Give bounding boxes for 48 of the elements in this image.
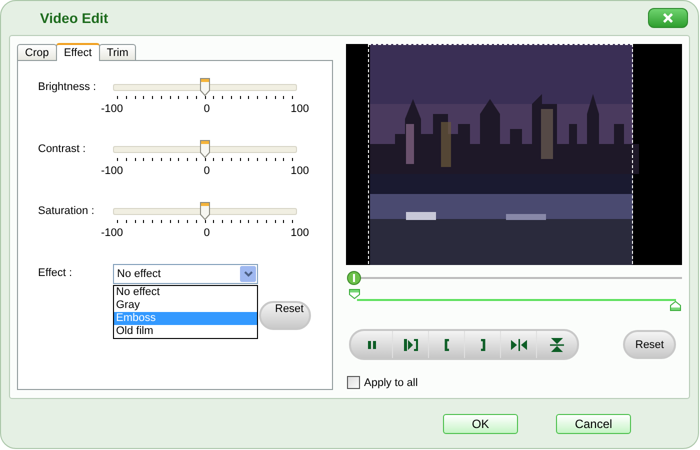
close-bracket-icon xyxy=(480,338,486,350)
scale-label: 100 xyxy=(290,165,309,177)
dropdown-option[interactable]: Old film xyxy=(114,325,257,338)
scale-label: 0 xyxy=(204,227,210,239)
slider[interactable] xyxy=(113,140,297,158)
trim-end-handle[interactable] xyxy=(670,301,681,311)
split-arrows-icon xyxy=(550,338,564,352)
slider-label: Brightness : xyxy=(38,80,98,95)
trim-start-handle[interactable] xyxy=(349,289,360,299)
tab[interactable]: Trim xyxy=(98,44,136,60)
position-thumb[interactable] xyxy=(347,271,361,285)
slider[interactable] xyxy=(113,202,297,220)
close-icon xyxy=(662,12,674,24)
slider[interactable] xyxy=(113,78,297,96)
scale-label: 0 xyxy=(204,103,210,115)
scale-label: 100 xyxy=(290,103,309,115)
slider-label: Saturation : xyxy=(38,204,96,219)
slider-thumb[interactable] xyxy=(200,140,210,158)
slider-thumb[interactable] xyxy=(200,202,210,220)
slider-label: Contrast : xyxy=(38,142,87,157)
checkbox-label: Apply to all xyxy=(364,376,418,388)
close-button[interactable] xyxy=(648,8,688,28)
scale-label: 0 xyxy=(204,165,210,177)
reset-button[interactable]: Reset xyxy=(623,330,676,359)
pause-icon xyxy=(366,340,376,350)
scale-label: 100 xyxy=(290,227,309,239)
open-bracket-icon xyxy=(444,338,450,350)
window-title: Video Edit xyxy=(40,10,108,26)
effect-dropdown[interactable]: No effect xyxy=(113,264,258,284)
dialog-button[interactable]: OK xyxy=(443,414,518,434)
scale-label: -100 xyxy=(101,103,124,115)
tab[interactable]: Effect xyxy=(56,43,100,61)
effect-label: Effect : xyxy=(38,266,74,281)
inward-arrows-icon xyxy=(510,338,526,350)
crop-frame[interactable] xyxy=(368,44,633,264)
reset-button[interactable]: Reset xyxy=(259,301,311,330)
tab[interactable]: Crop xyxy=(17,44,57,60)
trim-range-slider[interactable] xyxy=(349,289,682,311)
dialog-button[interactable]: Cancel xyxy=(556,414,631,434)
scale-label: -100 xyxy=(101,227,124,239)
position-slider[interactable] xyxy=(347,271,682,285)
checkbox[interactable] xyxy=(347,376,360,389)
slider-thumb[interactable] xyxy=(200,78,210,96)
scale-label: -100 xyxy=(101,165,124,177)
dropdown-option[interactable]: Gray xyxy=(114,299,257,312)
frame-step-icon xyxy=(404,338,418,350)
chevron-down-icon xyxy=(244,271,252,277)
dropdown-option[interactable]: No effect xyxy=(114,286,257,299)
